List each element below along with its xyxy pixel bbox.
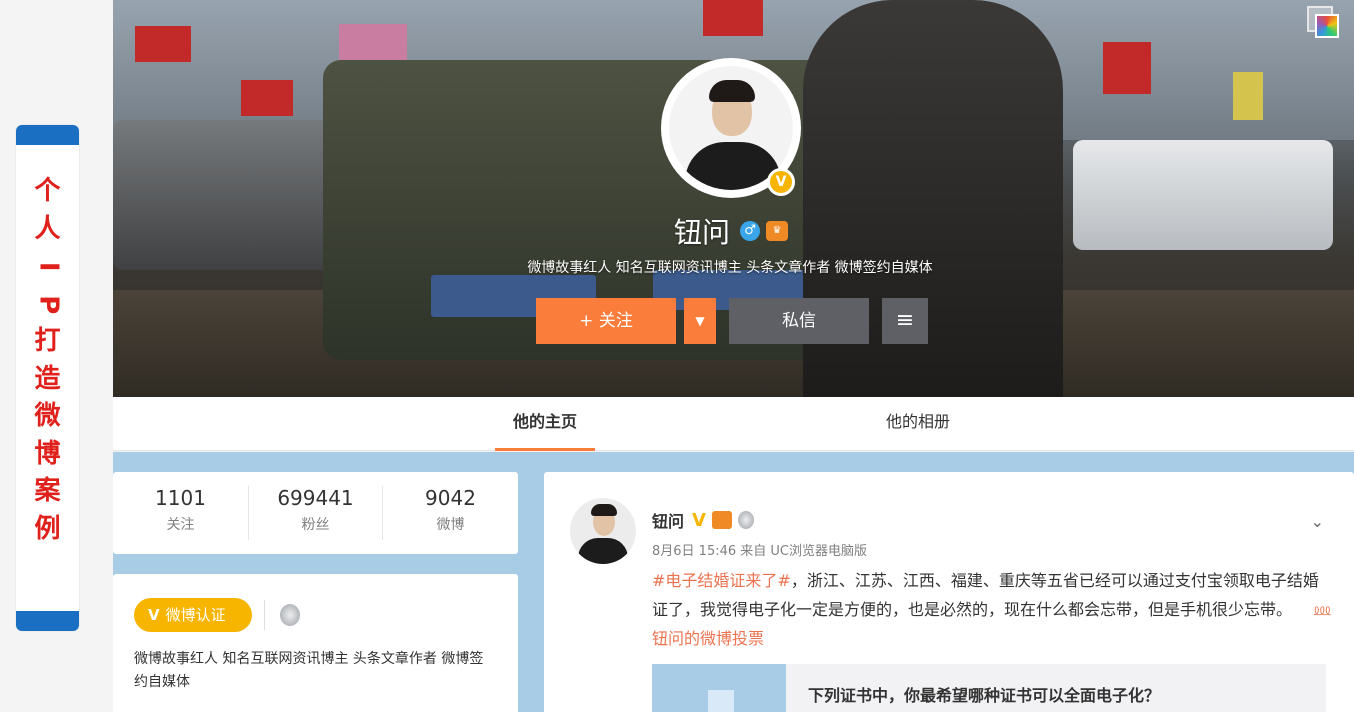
tab-home[interactable]: 他的主页: [495, 397, 595, 451]
stat-label: 关注: [166, 517, 195, 533]
medal-icon[interactable]: [280, 604, 300, 626]
more-menu-button[interactable]: ≡: [882, 298, 928, 344]
slide-title-card: 个人IP打造微博案例: [16, 125, 79, 631]
verified-badge-icon: V: [767, 168, 795, 196]
post-author-avatar[interactable]: [570, 498, 636, 564]
profile-bio: 微博故事红人 知名互联网资讯博主 头条文章作者 微博签约自媒体: [527, 260, 933, 276]
document-icon: [708, 690, 734, 712]
member-crown-icon: ♛: [766, 221, 789, 241]
post-hashtag[interactable]: #电子结婚证来了#: [652, 571, 791, 590]
verified-v-icon: V: [148, 606, 160, 624]
profile-name-row: 钮问 ♂ ♛: [674, 214, 789, 249]
title-char: 微: [34, 401, 61, 431]
title-char: 个: [34, 176, 61, 206]
profile-tabbar: 他的主页 他的相册: [113, 397, 1354, 451]
stat-label: 微博: [436, 517, 465, 533]
flag-decoration: [241, 80, 293, 116]
flag-decoration: [1103, 42, 1151, 94]
male-icon: ♂: [740, 221, 761, 241]
stat-posts[interactable]: 9042 微博: [383, 486, 518, 534]
member-crown-icon: [711, 511, 732, 529]
avatar-hair: [591, 504, 617, 516]
stat-value: 1101: [155, 486, 206, 510]
verified-label: 微博认证: [165, 606, 226, 624]
flag-decoration: [703, 0, 763, 36]
poll-card[interactable]: 下列证书中，你最希望哪种证书可以全面电子化？: [652, 664, 1326, 712]
follow-button[interactable]: + 关注: [536, 298, 676, 344]
tab-album[interactable]: 他的相册: [853, 397, 983, 451]
medal-icon: [737, 511, 754, 529]
title-char: 造: [34, 363, 61, 394]
verification-card: V 微博认证 微博故事红人 知名互联网资讯博主 头条文章作者 微博签约自媒体: [113, 574, 518, 712]
stat-label: 粉丝: [301, 517, 330, 533]
cover-template-icon[interactable]: [1307, 6, 1341, 40]
flag-decoration: [135, 26, 191, 62]
title-char: 博: [34, 438, 61, 469]
follow-dropdown-button[interactable]: ▼: [684, 298, 716, 344]
weibo-verified-button[interactable]: V 微博认证: [134, 598, 252, 632]
slide-vertical-title: 个人IP打造微博案例: [16, 173, 79, 548]
profile-name: 钮问: [674, 216, 731, 249]
card-top-cap: [16, 125, 79, 145]
avatar-hair: [709, 80, 755, 102]
divider: [264, 600, 265, 630]
avatar-body: [578, 538, 628, 564]
chevron-down-icon[interactable]: ⌄: [1311, 512, 1324, 531]
title-char: P: [33, 294, 64, 314]
card-bottom-cap: [16, 611, 79, 631]
slide-left-strip: 个人IP打造微博案例: [0, 0, 113, 712]
message-button[interactable]: 私信: [729, 298, 869, 344]
post-author-row: 钮问 V: [652, 508, 754, 532]
template-icon-front: [1315, 14, 1339, 38]
stat-value: 699441: [277, 486, 354, 510]
post-text: #电子结婚证来了#，浙江、江苏、江西、福建、重庆等五省已经可以通过支付宝领取电子…: [652, 566, 1332, 653]
stat-following[interactable]: 1101 关注: [113, 486, 248, 534]
stat-value: 9042: [425, 486, 476, 510]
flag-decoration: [1233, 72, 1263, 120]
title-char: 例: [34, 513, 61, 544]
verified-v-icon: V: [692, 509, 706, 531]
poll-title: 下列证书中，你最希望哪种证书可以全面电子化？: [808, 686, 1161, 705]
poll-thumbnail: [652, 664, 786, 712]
feed-post-card: 钮问 V ⌄ 8月6日 15:46 来自 UC浏览器电脑版 #电子结婚证来了#，…: [544, 472, 1354, 712]
stat-followers[interactable]: 699441 粉丝: [248, 486, 383, 540]
post-author-name[interactable]: 钮问: [652, 508, 684, 532]
profile-content: 1101 关注 699441 粉丝 9042 微博 V 微博认证 微博故事红人 知…: [113, 452, 1354, 712]
cover-car: [1073, 140, 1333, 250]
verification-description: 微博故事红人 知名互联网资讯博主 头条文章作者 微博签约自媒体: [134, 651, 484, 690]
stats-card: 1101 关注 699441 粉丝 9042 微博: [113, 472, 518, 554]
title-char: 案: [34, 476, 61, 506]
post-meta[interactable]: 8月6日 15:46 来自 UC浏览器电脑版: [652, 540, 867, 559]
